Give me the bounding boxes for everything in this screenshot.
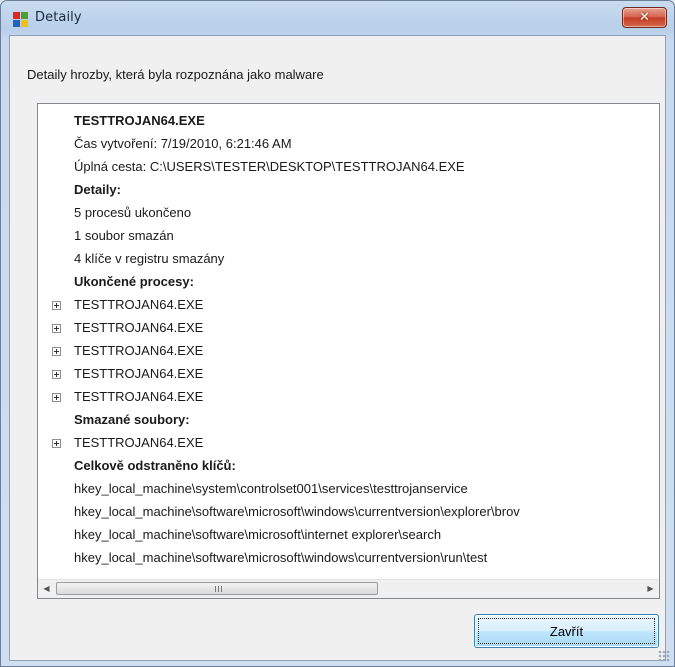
process-item[interactable]: TESTTROJAN64.EXE [74, 294, 203, 316]
registry-key-item: hkey_local_machine\software\microsoft\wi… [74, 550, 488, 565]
expand-icon[interactable] [52, 301, 61, 310]
expand-icon[interactable] [52, 393, 61, 402]
detail-item: 4 klíče v registru smazány [74, 251, 225, 266]
close-button-label: Zavřít [549, 623, 584, 639]
tree-content: TESTTROJAN64.EXE Čas vytvoření: 7/19/2010… [38, 104, 659, 580]
arrow-left-icon: ◀ [43, 584, 50, 593]
file-item[interactable]: TESTTROJAN64.EXE [74, 432, 203, 454]
title-bar[interactable]: Detaily ✕ [1, 1, 674, 35]
close-button[interactable]: Zavřít [474, 614, 659, 648]
horizontal-scrollbar[interactable]: ◀ ▶ [38, 579, 659, 598]
files-heading: Smazané soubory: [74, 412, 190, 427]
expand-icon[interactable] [52, 370, 61, 379]
process-item[interactable]: TESTTROJAN64.EXE [74, 340, 203, 362]
detail-item: 1 soubor smazán [74, 228, 174, 243]
process-item[interactable]: TESTTROJAN64.EXE [74, 363, 203, 385]
registry-key-item: hkey_local_machine\system\controlset001\… [74, 481, 468, 496]
close-window-button[interactable]: ✕ [622, 7, 667, 28]
scroll-right-button[interactable]: ▶ [642, 580, 659, 597]
registry-key-item: hkey_local_machine\software\microsoft\in… [74, 527, 442, 542]
detail-item: 5 procesů ukončeno [74, 205, 192, 220]
threat-details-tree[interactable]: TESTTROJAN64.EXE Čas vytvoření: 7/19/2010… [37, 103, 660, 599]
avg-logo-icon [13, 12, 29, 28]
full-path: Úplná cesta: C:\USERS\TESTER\DESKTOP\TES… [74, 159, 465, 174]
scroll-left-button[interactable]: ◀ [38, 580, 55, 597]
process-item[interactable]: TESTTROJAN64.EXE [74, 386, 203, 408]
description-label: Detaily hrozby, která byla rozpoznána ja… [27, 67, 324, 82]
resize-grip-icon[interactable] [658, 650, 670, 662]
details-heading: Detaily: [74, 182, 121, 197]
expand-icon[interactable] [52, 324, 61, 333]
window-title: Detaily [35, 10, 82, 25]
scroll-thumb[interactable] [56, 582, 378, 595]
process-item[interactable]: TESTTROJAN64.EXE [74, 317, 203, 339]
registry-key-item: hkey_local_machine\software\microsoft\wi… [74, 504, 520, 519]
processes-heading: Ukončené procesy: [74, 274, 194, 289]
created-time: Čas vytvoření: 7/19/2010, 6:21:46 AM [74, 136, 292, 151]
expand-icon[interactable] [52, 439, 61, 448]
threat-name: TESTTROJAN64.EXE [74, 113, 205, 128]
arrow-right-icon: ▶ [647, 584, 654, 593]
details-window: Detaily ✕ Detaily hrozby, která byla roz… [0, 0, 675, 667]
expand-icon[interactable] [52, 347, 61, 356]
close-icon: ✕ [639, 10, 650, 25]
keys-heading: Celkově odstraněno klíčů: [74, 458, 236, 473]
grip-icon [215, 586, 222, 592]
